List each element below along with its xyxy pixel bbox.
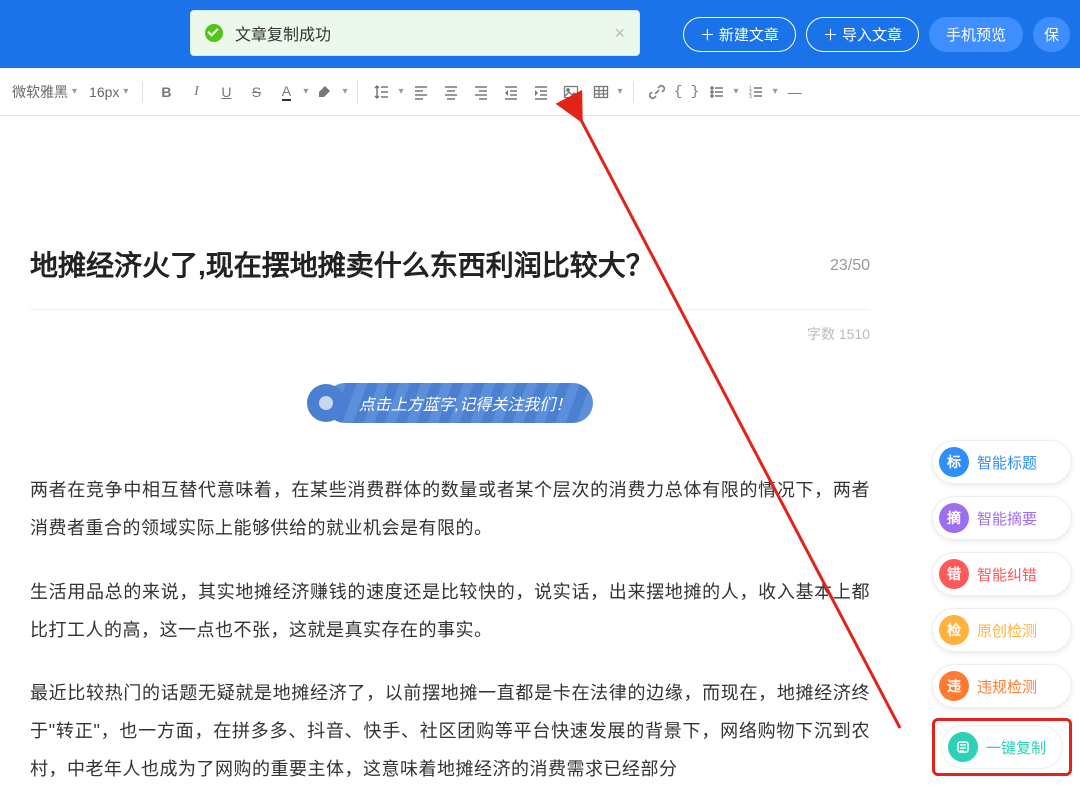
font-color-button[interactable]: A: [273, 78, 299, 106]
one-click-copy-button[interactable]: 一键复制: [941, 725, 1063, 769]
copy-badge-icon: [948, 732, 978, 762]
side-label: 违规检测: [977, 676, 1037, 697]
editor-area[interactable]: 地摊经济火了,现在摆地摊卖什么东西利润比较大？ 23/50 字数 1510 点击…: [0, 116, 900, 789]
svg-text:3: 3: [749, 94, 752, 100]
chevron-down-icon[interactable]: ▾: [398, 86, 403, 97]
line-height-button[interactable]: [368, 78, 394, 106]
image-button[interactable]: [558, 78, 584, 106]
align-right-button[interactable]: [468, 78, 494, 106]
table-button[interactable]: [588, 78, 614, 106]
align-left-button[interactable]: [408, 78, 434, 106]
originality-badge-icon: 检: [939, 615, 969, 645]
paragraph[interactable]: 生活用品总的来说，其实地摊经济赚钱的速度还是比较快的，说实话，出来摆地摊的人，收…: [30, 574, 870, 650]
violation-check-button[interactable]: 违 违规检测: [932, 664, 1072, 708]
chevron-down-icon[interactable]: ▾: [303, 86, 308, 97]
smart-correct-button[interactable]: 错 智能纠错: [932, 552, 1072, 596]
side-label: 智能标题: [977, 452, 1037, 473]
correct-badge-icon: 错: [939, 559, 969, 589]
link-button[interactable]: [644, 78, 670, 106]
bold-button[interactable]: B: [153, 78, 179, 106]
follow-banner[interactable]: 点击上方蓝字,记得关注我们！: [307, 384, 593, 422]
paragraph[interactable]: 两者在竞争中相互替代意味着，在某些消费群体的数量或者某个层次的消费力总体有限的情…: [30, 472, 870, 548]
smart-summary-button[interactable]: 摘 智能摘要: [932, 496, 1072, 540]
side-label: 一键复制: [986, 737, 1046, 758]
chevron-down-icon[interactable]: ▾: [342, 86, 347, 97]
side-label: 原创检测: [977, 620, 1037, 641]
indent-decrease-button[interactable]: [498, 78, 524, 106]
font-size-select[interactable]: 16px▾: [85, 84, 132, 100]
font-family-select[interactable]: 微软雅黑▾: [8, 82, 81, 102]
success-toast: 文章复制成功 ×: [190, 10, 640, 56]
mobile-preview-button[interactable]: 手机预览: [929, 17, 1023, 52]
editor-toolbar: 微软雅黑▾ 16px▾ B I U S A ▾ ▾ ▾ ▾ { } ▾ 123: [0, 68, 1080, 116]
chevron-down-icon[interactable]: ▾: [773, 86, 778, 97]
code-button[interactable]: { }: [674, 78, 700, 106]
top-bar: 文章复制成功 × ＋新建文章 ＋导入文章 手机预览 保: [0, 0, 1080, 68]
word-count: 字数 1510: [30, 324, 870, 344]
horizontal-rule-button[interactable]: —: [782, 78, 808, 106]
smart-title-button[interactable]: 标 智能标题: [932, 440, 1072, 484]
title-badge-icon: 标: [939, 447, 969, 477]
violation-badge-icon: 违: [939, 671, 969, 701]
new-article-button[interactable]: ＋新建文章: [683, 17, 796, 52]
highlight-button[interactable]: [312, 78, 338, 106]
save-button[interactable]: 保: [1033, 17, 1070, 52]
chevron-down-icon: ▾: [72, 86, 77, 97]
paragraph[interactable]: 最近比较热门的话题无疑就是地摊经济了，以前摆地摊一直都是卡在法律的边缘，而现在，…: [30, 675, 870, 788]
side-tools: 标 智能标题 摘 智能摘要 错 智能纠错 检 原创检测 违 违规检测 一键复制: [932, 440, 1072, 776]
one-click-copy-highlight: 一键复制: [932, 718, 1072, 776]
underline-button[interactable]: U: [213, 78, 239, 106]
banner-text: 点击上方蓝字,记得关注我们！: [325, 383, 593, 423]
import-article-button[interactable]: ＋导入文章: [806, 17, 919, 52]
unordered-list-button[interactable]: [704, 78, 730, 106]
toast-message: 文章复制成功: [235, 21, 331, 45]
italic-button[interactable]: I: [183, 78, 209, 106]
ordered-list-button[interactable]: 123: [743, 78, 769, 106]
indent-increase-button[interactable]: [528, 78, 554, 106]
chevron-down-icon[interactable]: ▾: [734, 86, 739, 97]
chevron-down-icon: ▾: [123, 86, 128, 97]
close-icon[interactable]: ×: [614, 23, 625, 44]
banner-dot-icon: [307, 384, 345, 422]
summary-badge-icon: 摘: [939, 503, 969, 533]
chevron-down-icon[interactable]: ▾: [618, 86, 623, 97]
align-center-button[interactable]: [438, 78, 464, 106]
side-label: 智能摘要: [977, 508, 1037, 529]
strikethrough-button[interactable]: S: [243, 78, 269, 106]
article-title[interactable]: 地摊经济火了,现在摆地摊卖什么东西利润比较大？: [30, 246, 810, 285]
check-circle-icon: [205, 24, 223, 42]
side-label: 智能纠错: [977, 564, 1037, 585]
title-char-count: 23/50: [810, 257, 870, 275]
originality-check-button[interactable]: 检 原创检测: [932, 608, 1072, 652]
